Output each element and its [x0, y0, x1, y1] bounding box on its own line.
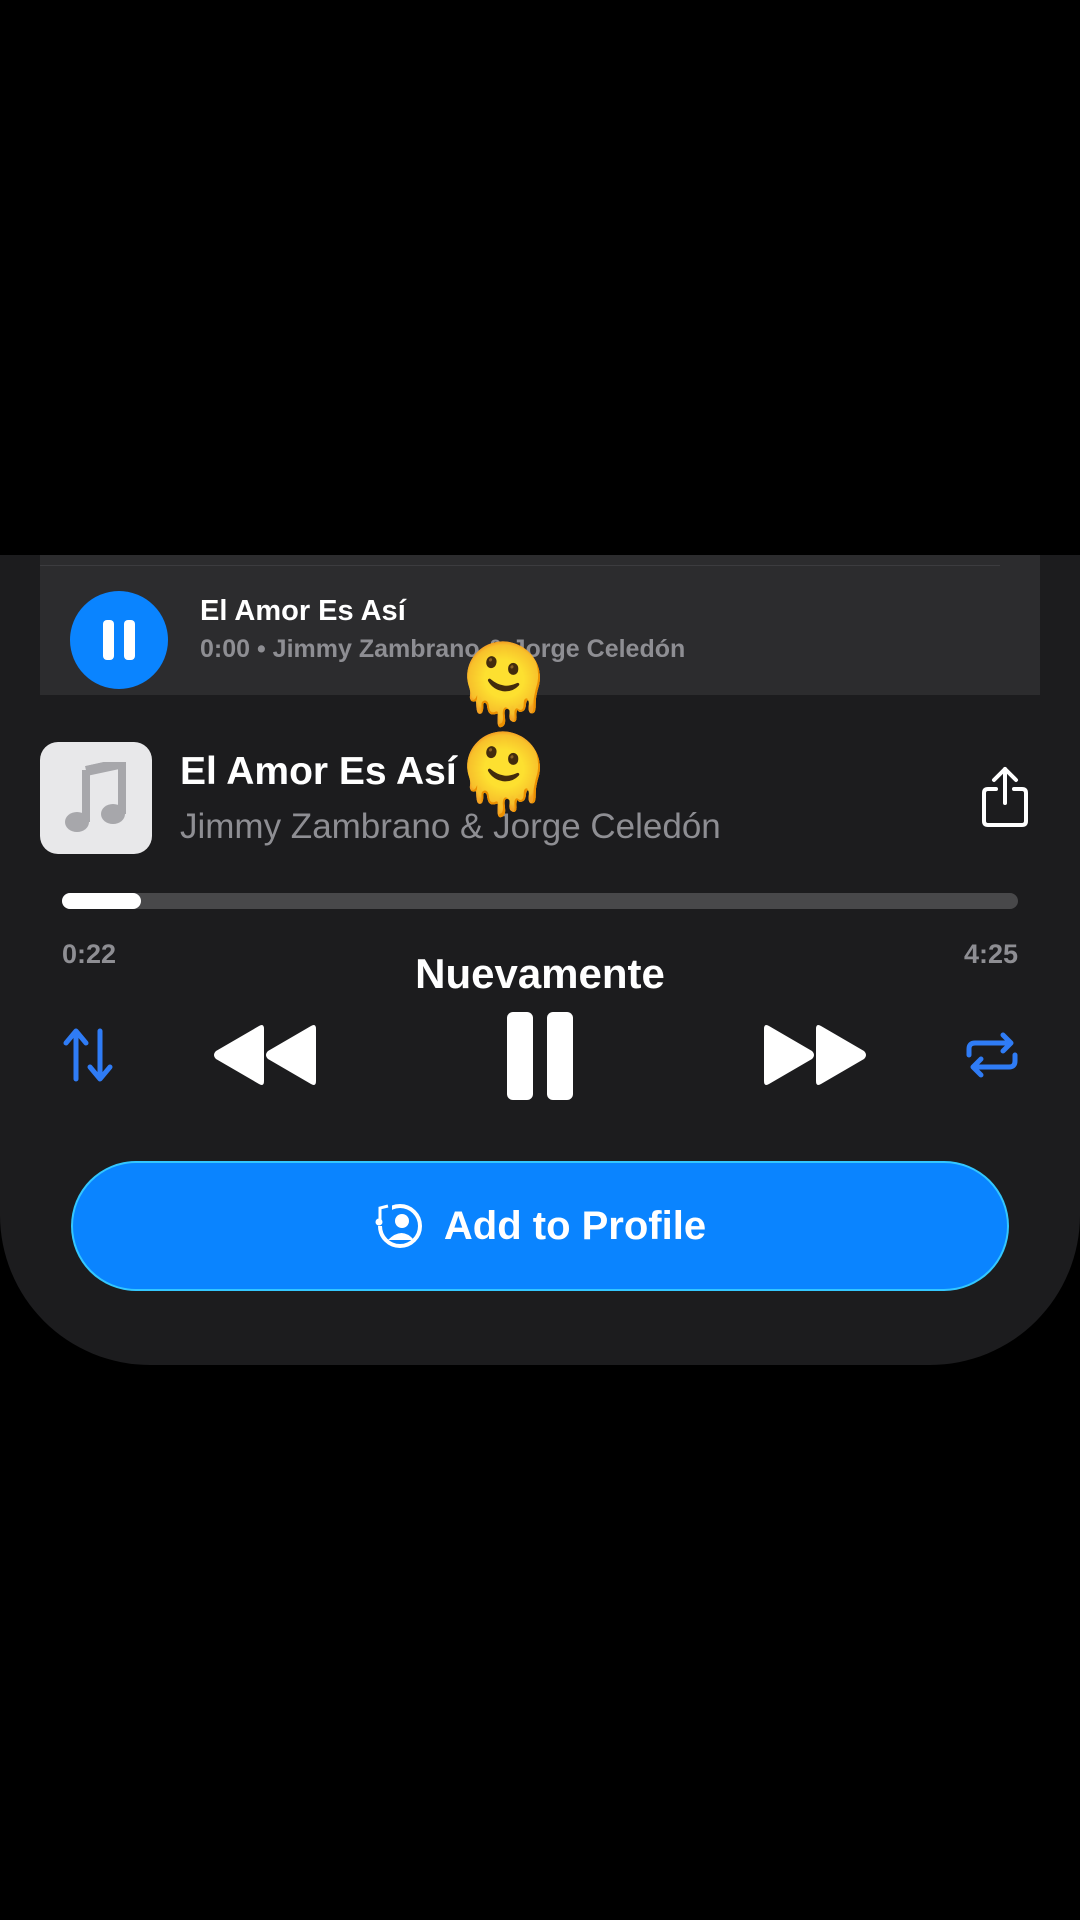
progress-fill: [62, 893, 142, 909]
mini-pause-button[interactable]: [70, 591, 168, 689]
music-note-icon: [65, 762, 126, 832]
repeat-icon: [966, 1032, 1018, 1078]
track-artist: Jimmy Zambrano & Jorge Celedón: [180, 807, 721, 846]
album-art: [40, 742, 152, 854]
mini-title: El Amor Es Así: [200, 595, 406, 627]
rewind-button[interactable]: [210, 1021, 320, 1089]
divider: [40, 565, 1000, 566]
fast-forward-button[interactable]: [760, 1021, 870, 1089]
sort-arrows-icon: [63, 1028, 113, 1082]
pause-icon: [507, 1012, 573, 1100]
progress-bar[interactable]: [62, 893, 1018, 909]
fast-forward-icon: [764, 1025, 866, 1085]
profile-music-icon: [375, 1204, 422, 1248]
melting-face-emoji-overlay: 🫠🫠: [455, 640, 552, 820]
rewind-icon: [214, 1025, 316, 1085]
pause-icon: [103, 620, 135, 660]
add-to-profile-label: Add to Profile: [443, 1203, 707, 1248]
track-title: El Amor Es Así: [180, 750, 457, 793]
add-to-profile-button[interactable]: Add to Profile: [73, 1163, 1007, 1289]
share-icon[interactable]: [980, 765, 1030, 829]
repeat-button[interactable]: [962, 1027, 1022, 1083]
sort-button[interactable]: [60, 1025, 116, 1085]
lyric-caption: Nuevamente: [415, 950, 665, 997]
pause-button[interactable]: [500, 1010, 580, 1102]
